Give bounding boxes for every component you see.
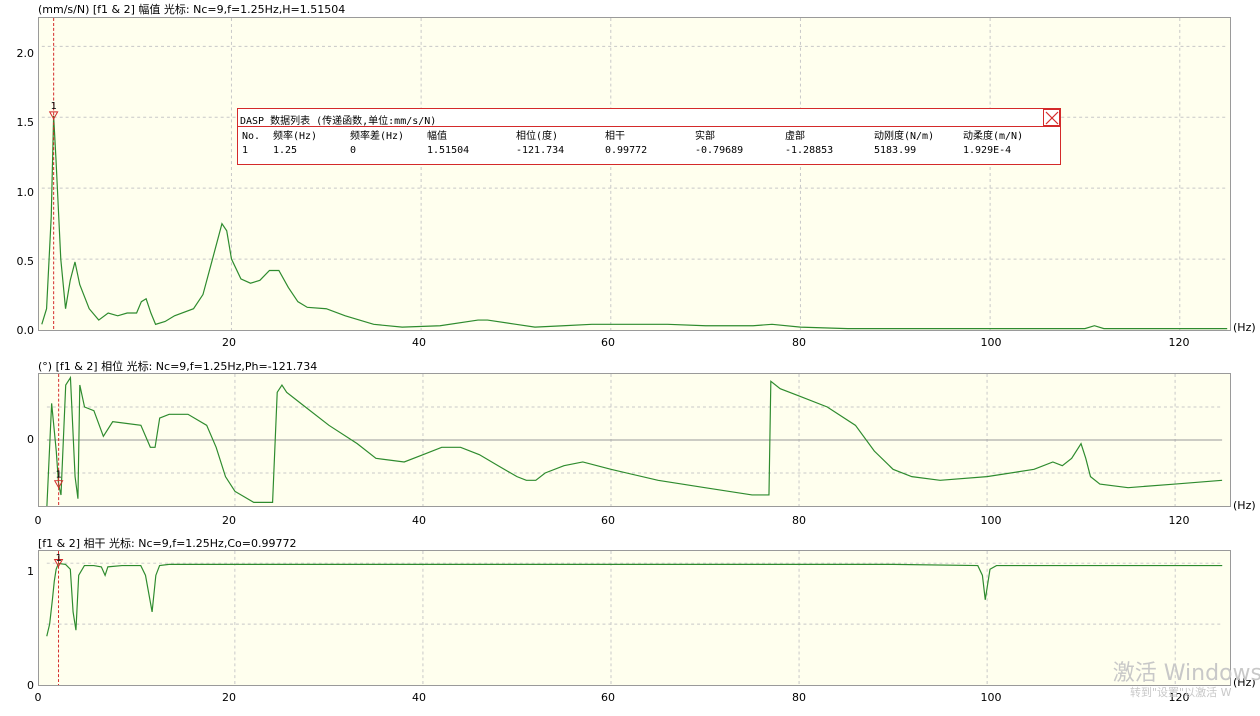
amp-y-tick: 0.0 [16, 324, 35, 337]
coherence-plot-area[interactable]: 1 [38, 550, 1231, 686]
table-cell: 5183.99 [874, 145, 917, 156]
data-table-title: DASP 数据列表 (传递函数,单位:mm/s/N) [240, 116, 437, 127]
coherence-panel-title: [f1 & 2] 相干 光标: Nc=9,f=1.25Hz,Co=0.99772 [38, 537, 297, 550]
table-cell: -0.79689 [695, 145, 744, 156]
table-cell: -121.734 [516, 145, 565, 156]
phase-panel-title: (°) [f1 & 2] 相位 光标: Nc=9,f=1.25Hz,Ph=-12… [38, 360, 318, 373]
coh-y-tick: 0 [27, 679, 34, 692]
table-cell: 1.51504 [427, 145, 470, 156]
phase-x-tick: 40 [412, 514, 426, 527]
amp-x-unit: (Hz) [1233, 321, 1256, 334]
phase-x-tick: 0 [34, 514, 42, 527]
table-header: 动柔度(m/N) [963, 131, 1024, 142]
amplitude-plot-svg[interactable]: 1 [39, 18, 1230, 330]
phase-plot-area[interactable]: 1 [38, 373, 1231, 507]
coh-x-tick: 80 [792, 691, 806, 704]
amp-x-tick: 120 [1168, 336, 1190, 349]
table-header: 虚部 [785, 131, 805, 142]
table-cell: 1.25 [273, 145, 298, 156]
table-header: 实部 [695, 131, 715, 142]
table-cell: 1 [242, 145, 249, 156]
coh-x-tick: 20 [222, 691, 236, 704]
windows-activation-subtext: 转到"设置"以激活 W [1130, 686, 1232, 699]
amp-y-tick: 2.0 [16, 47, 35, 60]
coherence-plot-svg[interactable]: 1 [39, 551, 1230, 685]
data-series-line [46, 562, 1223, 637]
table-header: 频率差(Hz) [350, 131, 405, 142]
close-icon [1045, 111, 1059, 125]
coh-y-tick: 1 [27, 565, 34, 578]
windows-activation-watermark: 激活 Windows [1112, 661, 1260, 686]
data-series-line [46, 375, 1223, 506]
cursor-label: 1 [51, 101, 57, 112]
amp-x-tick: 80 [792, 336, 806, 349]
phase-x-tick: 60 [601, 514, 615, 527]
amp-x-tick: 20 [222, 336, 236, 349]
cursor-label: 1 [56, 470, 62, 481]
coh-x-tick: 40 [412, 691, 426, 704]
amplitude-panel-title: (mm/s/N) [f1 & 2] 幅值 光标: Nc=9,f=1.25Hz,H… [38, 3, 346, 16]
coh-x-tick: 60 [601, 691, 615, 704]
coh-x-tick: 100 [980, 691, 1002, 704]
amp-x-tick: 40 [412, 336, 426, 349]
table-header: 相干 [605, 131, 625, 142]
amp-y-tick: 0.5 [16, 255, 35, 268]
phase-plot-svg[interactable]: 1 [39, 374, 1230, 506]
phase-y-tick: 0 [27, 433, 34, 446]
table-cell: 0.99772 [605, 145, 648, 156]
phase-x-tick: 100 [980, 514, 1002, 527]
phase-x-tick: 80 [792, 514, 806, 527]
table-header: No. [242, 131, 261, 142]
phase-x-tick: 120 [1168, 514, 1190, 527]
phase-x-unit: (Hz) [1233, 499, 1256, 512]
cursor-label: 1 [56, 553, 62, 564]
table-header: 幅值 [427, 131, 447, 142]
amp-y-tick: 1.5 [16, 116, 35, 129]
amp-x-tick: 100 [980, 336, 1002, 349]
data-table-divider [238, 126, 1060, 127]
amp-y-tick: 1.0 [16, 186, 35, 199]
table-header: 动刚度(N/m) [874, 131, 935, 142]
table-cell: -1.28853 [785, 145, 834, 156]
table-cell: 1.929E-4 [963, 145, 1012, 156]
phase-x-tick: 20 [222, 514, 236, 527]
coh-x-tick: 0 [34, 691, 42, 704]
table-header: 频率(Hz) [273, 131, 318, 142]
table-cell: 0 [350, 145, 357, 156]
table-header: 相位(度) [516, 131, 559, 142]
close-table-button[interactable] [1043, 109, 1060, 126]
dasp-data-table: DASP 数据列表 (传递函数,单位:mm/s/N) No. 频率(Hz) 频率… [237, 108, 1061, 165]
amp-x-tick: 60 [601, 336, 615, 349]
amplitude-plot-area[interactable]: 1 [38, 17, 1231, 331]
